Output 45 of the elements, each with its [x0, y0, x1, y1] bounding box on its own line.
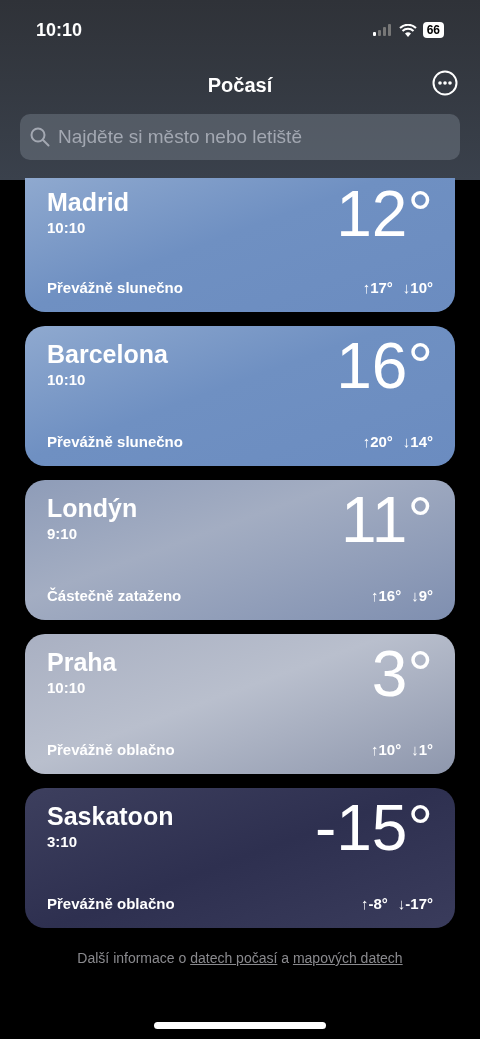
weather-condition: Částečně zataženo [47, 587, 182, 604]
city-name: Barcelona [47, 340, 168, 369]
local-time: 10:10 [47, 219, 87, 236]
low-temperature: ↓1° [411, 741, 433, 758]
temperature: 16° [336, 334, 433, 398]
low-temperature: ↓9° [411, 587, 433, 604]
battery-indicator: 66 [422, 22, 444, 38]
weather-card[interactable]: Saskatoon 3:10 -15° Převážně oblačno ↑-8° ↓-17° [25, 788, 455, 928]
status-time: 10:10 [36, 19, 83, 41]
map-data-link[interactable]: mapových datech [292, 950, 403, 966]
weather-condition: Převážně slunečno [47, 279, 183, 296]
temperature: -15° [314, 796, 433, 860]
high-temperature: ↑20° [362, 433, 393, 450]
city-name: Praha [47, 648, 117, 677]
high-temperature: ↑16° [370, 587, 402, 604]
weather-data-link[interactable]: datech počasí [190, 950, 278, 966]
city-name: Madrid [47, 188, 129, 217]
high-temperature: ↑17° [362, 279, 393, 296]
signal-icon [372, 24, 393, 36]
local-time: 10:10 [47, 371, 87, 388]
wifi-icon [398, 23, 417, 37]
search-icon [30, 127, 50, 147]
low-temperature: ↓14° [402, 433, 433, 450]
temperature: 12° [336, 182, 433, 246]
local-time: 3:10 [47, 833, 79, 850]
city-name: Londýn [47, 494, 138, 523]
weather-condition: Převážně oblačno [47, 741, 175, 758]
local-time: 9:10 [47, 525, 79, 542]
weather-card[interactable]: Londýn 9:10 11° Částečně zataženo ↑16° ↓9° [25, 480, 455, 620]
weather-condition: Převážně oblačno [47, 895, 175, 912]
weather-card[interactable]: Barcelona 10:10 16° Převážně slunečno ↑20° ↓14° [25, 326, 455, 466]
more-options-button[interactable] [432, 70, 458, 96]
data-sources-note: Další informace o datech počasí a mapových datech [76, 950, 404, 966]
city-name: Saskatoon [47, 802, 174, 831]
low-temperature: ↓10° [402, 279, 433, 296]
high-temperature: ↑-8° [360, 895, 388, 912]
weather-condition: Převážně slunečno [47, 433, 183, 450]
high-temperature: ↑10° [370, 741, 402, 758]
temperature: 3° [371, 642, 433, 706]
weather-card[interactable]: Madrid 10:10 12° Převážně slunečno ↑17° ↓10° [25, 178, 455, 312]
local-time: 10:10 [47, 679, 87, 696]
weather-card[interactable]: Praha 10:10 3° Převážně oblačno ↑10° ↓1° [25, 634, 455, 774]
low-temperature: ↓-17° [397, 895, 433, 912]
temperature: 11° [340, 488, 433, 552]
page-title: Počasí [207, 73, 273, 97]
